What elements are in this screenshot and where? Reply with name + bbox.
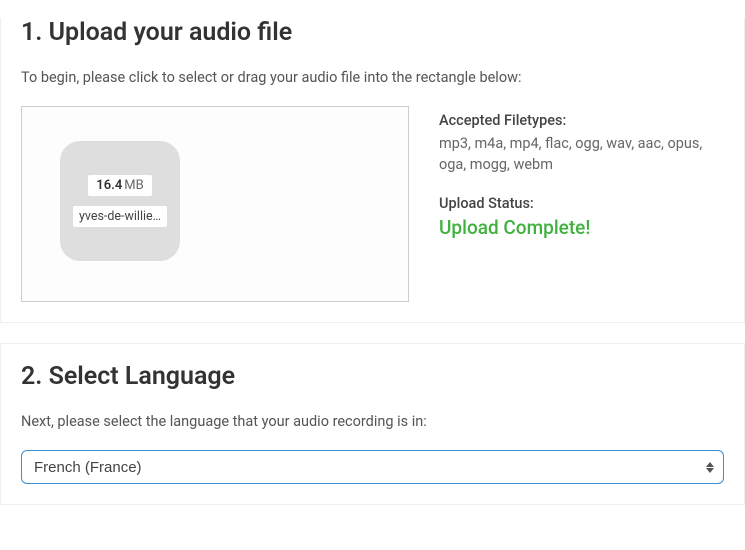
file-size-value: 16.4 [96, 178, 122, 193]
upload-instruction: To begin, please click to select or drag… [21, 69, 724, 86]
upload-section: 1. Upload your audio file To begin, plea… [0, 18, 745, 323]
file-name-badge: yves-de-willie… [73, 206, 167, 227]
language-section: 2. Select Language Next, please select t… [0, 343, 745, 505]
file-size-unit: MB [124, 178, 143, 193]
accepted-filetypes-value: mp3, m4a, mp4, flac, ogg, wav, aac, opus… [439, 133, 724, 175]
language-select[interactable]: French (France) [21, 450, 724, 484]
upload-status-value: Upload Complete! [439, 216, 724, 239]
upload-row: 16.4MB yves-de-willie… Accepted Filetype… [21, 106, 724, 302]
language-select-wrap: French (France) [21, 450, 724, 484]
accepted-filetypes-label: Accepted Filetypes: [439, 112, 724, 129]
upload-section-title: 1. Upload your audio file [21, 18, 724, 47]
upload-meta: Accepted Filetypes: mp3, m4a, mp4, flac,… [439, 106, 724, 239]
file-dropzone[interactable]: 16.4MB yves-de-willie… [21, 106, 409, 302]
uploaded-file-chip[interactable]: 16.4MB yves-de-willie… [60, 141, 180, 261]
language-section-title: 2. Select Language [21, 362, 724, 391]
upload-status-label: Upload Status: [439, 195, 724, 212]
file-size-badge: 16.4MB [88, 175, 151, 196]
language-instruction: Next, please select the language that yo… [21, 413, 724, 430]
